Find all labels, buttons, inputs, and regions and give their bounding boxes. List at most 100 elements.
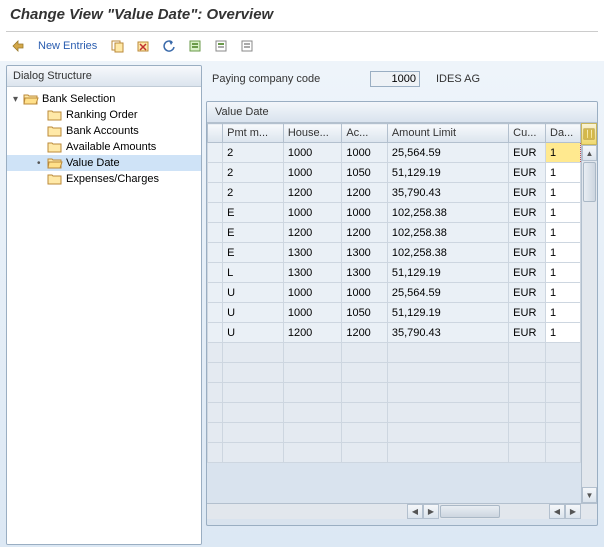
cell-acc[interactable]: 1300 bbox=[342, 243, 388, 263]
cell-days[interactable]: 1 bbox=[546, 143, 581, 163]
cell-cur[interactable]: EUR bbox=[509, 183, 546, 203]
cell-amt[interactable]: 51,129.19 bbox=[387, 263, 508, 283]
table-settings-icon[interactable] bbox=[581, 123, 597, 145]
cell-empty[interactable] bbox=[546, 443, 581, 463]
cell-empty[interactable] bbox=[208, 403, 223, 423]
cell-empty[interactable] bbox=[223, 343, 284, 363]
cell-empty[interactable] bbox=[546, 363, 581, 383]
cell-empty[interactable] bbox=[387, 343, 508, 363]
cell-empty[interactable] bbox=[283, 383, 342, 403]
cell-empty[interactable] bbox=[387, 383, 508, 403]
cell-acc[interactable]: 1000 bbox=[342, 143, 388, 163]
cell-days[interactable]: 1 bbox=[546, 323, 581, 343]
cell-cur[interactable]: EUR bbox=[509, 143, 546, 163]
cell-empty[interactable] bbox=[208, 443, 223, 463]
cell-house[interactable]: 1000 bbox=[283, 283, 342, 303]
cell-amt[interactable]: 102,258.38 bbox=[387, 223, 508, 243]
row-handle[interactable] bbox=[208, 323, 223, 343]
cell-empty[interactable] bbox=[283, 423, 342, 443]
cell-days[interactable]: 1 bbox=[546, 283, 581, 303]
cell-amt[interactable]: 35,790.43 bbox=[387, 183, 508, 203]
cell-pmt[interactable]: U bbox=[223, 303, 284, 323]
cell-house[interactable]: 1300 bbox=[283, 243, 342, 263]
cell-amt[interactable]: 25,564.59 bbox=[387, 143, 508, 163]
cell-acc[interactable]: 1000 bbox=[342, 203, 388, 223]
delete-icon[interactable] bbox=[133, 37, 153, 55]
table-row[interactable]: E10001000102,258.38EUR1 bbox=[208, 203, 581, 223]
row-handle[interactable] bbox=[208, 143, 223, 163]
cell-empty[interactable] bbox=[546, 423, 581, 443]
cell-empty[interactable] bbox=[208, 423, 223, 443]
cell-empty[interactable] bbox=[283, 403, 342, 423]
cell-days[interactable]: 1 bbox=[546, 203, 581, 223]
cell-cur[interactable]: EUR bbox=[509, 163, 546, 183]
vertical-scrollbar[interactable]: ▲ ▼ bbox=[581, 145, 597, 503]
cell-amt[interactable]: 51,129.19 bbox=[387, 163, 508, 183]
cell-empty[interactable] bbox=[223, 403, 284, 423]
cell-empty[interactable] bbox=[342, 403, 388, 423]
cell-house[interactable]: 1000 bbox=[283, 163, 342, 183]
col-pmt-method[interactable]: Pmt m... bbox=[223, 124, 284, 143]
cell-empty[interactable] bbox=[509, 423, 546, 443]
cell-acc[interactable]: 1200 bbox=[342, 323, 388, 343]
table-row[interactable]: 21200120035,790.43EUR1 bbox=[208, 183, 581, 203]
col-amount-limit[interactable]: Amount Limit bbox=[387, 124, 508, 143]
cell-empty[interactable] bbox=[223, 363, 284, 383]
cell-empty[interactable] bbox=[509, 383, 546, 403]
cell-empty[interactable] bbox=[387, 363, 508, 383]
cell-acc[interactable]: 1050 bbox=[342, 303, 388, 323]
copy-icon[interactable] bbox=[107, 37, 127, 55]
cell-pmt[interactable]: 2 bbox=[223, 183, 284, 203]
cell-days[interactable]: 1 bbox=[546, 243, 581, 263]
table-row[interactable]: E13001300102,258.38EUR1 bbox=[208, 243, 581, 263]
row-handle[interactable] bbox=[208, 243, 223, 263]
cell-empty[interactable] bbox=[283, 363, 342, 383]
cell-days[interactable]: 1 bbox=[546, 303, 581, 323]
cell-empty[interactable] bbox=[546, 343, 581, 363]
cell-house[interactable]: 1200 bbox=[283, 323, 342, 343]
paying-company-code-input[interactable] bbox=[370, 71, 420, 87]
table-row[interactable]: L1300130051,129.19EUR1 bbox=[208, 263, 581, 283]
cell-pmt[interactable]: U bbox=[223, 323, 284, 343]
cell-empty[interactable] bbox=[223, 423, 284, 443]
row-handle[interactable] bbox=[208, 183, 223, 203]
cell-acc[interactable]: 1300 bbox=[342, 263, 388, 283]
cell-cur[interactable]: EUR bbox=[509, 323, 546, 343]
cell-days[interactable]: 1 bbox=[546, 223, 581, 243]
cell-empty[interactable] bbox=[283, 343, 342, 363]
cell-cur[interactable]: EUR bbox=[509, 243, 546, 263]
table-row[interactable]: U1000100025,564.59EUR1 bbox=[208, 283, 581, 303]
scroll-thumb-h[interactable] bbox=[440, 505, 500, 518]
scroll-up-icon[interactable]: ▲ bbox=[582, 145, 597, 161]
cell-empty[interactable] bbox=[342, 443, 388, 463]
cell-empty[interactable] bbox=[342, 423, 388, 443]
row-handle[interactable] bbox=[208, 163, 223, 183]
tree-collapse-icon[interactable]: ▾ bbox=[13, 94, 23, 105]
cell-house[interactable]: 1200 bbox=[283, 223, 342, 243]
cell-empty[interactable] bbox=[509, 363, 546, 383]
table-row-empty[interactable] bbox=[208, 363, 581, 383]
cell-empty[interactable] bbox=[342, 343, 388, 363]
cell-amt[interactable]: 51,129.19 bbox=[387, 303, 508, 323]
cell-empty[interactable] bbox=[342, 383, 388, 403]
scroll-track[interactable] bbox=[439, 504, 489, 519]
cell-acc[interactable]: 1200 bbox=[342, 223, 388, 243]
table-row[interactable]: U1000105051,129.19EUR1 bbox=[208, 303, 581, 323]
table-row[interactable]: 21000100025,564.59EUR1 bbox=[208, 143, 581, 163]
tree-item-value-date[interactable]: • Value Date bbox=[7, 155, 201, 171]
cell-empty[interactable] bbox=[546, 403, 581, 423]
table-row-empty[interactable] bbox=[208, 403, 581, 423]
cell-acc[interactable]: 1200 bbox=[342, 183, 388, 203]
cell-empty[interactable] bbox=[546, 383, 581, 403]
row-handle[interactable] bbox=[208, 203, 223, 223]
undo-icon[interactable] bbox=[159, 37, 179, 55]
row-handle[interactable] bbox=[208, 263, 223, 283]
cell-pmt[interactable]: E bbox=[223, 223, 284, 243]
cell-house[interactable]: 1000 bbox=[283, 203, 342, 223]
cell-days[interactable]: 1 bbox=[546, 183, 581, 203]
cell-days[interactable]: 1 bbox=[546, 263, 581, 283]
cell-pmt[interactable]: E bbox=[223, 203, 284, 223]
tree-item-bank-accounts[interactable]: Bank Accounts bbox=[7, 123, 201, 139]
col-house-bank[interactable]: House... bbox=[283, 124, 342, 143]
tree-item-ranking-order[interactable]: Ranking Order bbox=[7, 107, 201, 123]
